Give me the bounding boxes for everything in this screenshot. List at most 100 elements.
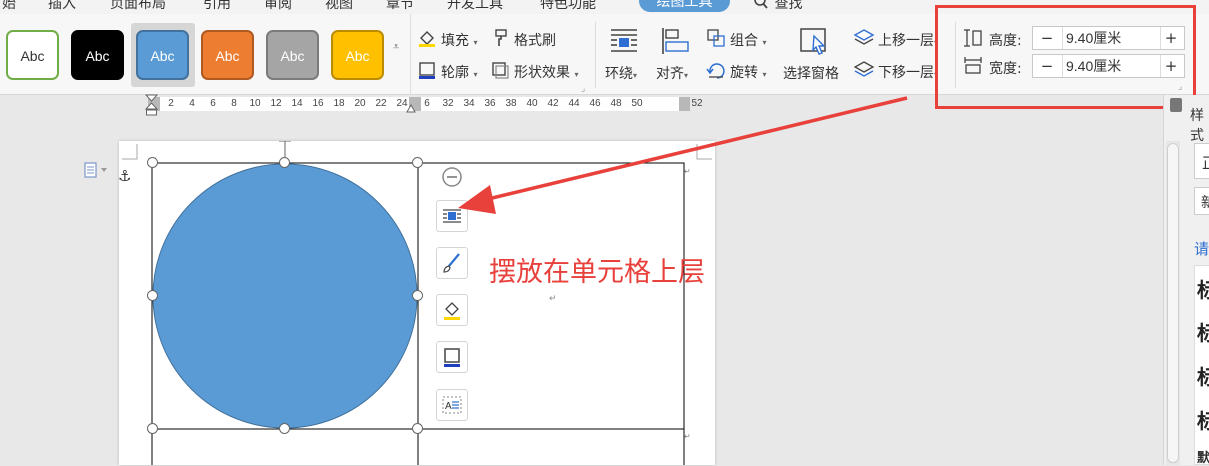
ruler-tick: 16 <box>312 98 324 109</box>
outline-box-icon <box>444 348 460 367</box>
align-button[interactable]: 对齐▾ <box>656 63 688 83</box>
panel-scrollbar[interactable] <box>1166 141 1180 465</box>
rotate-button[interactable]: 旋转 ▾ <box>730 62 766 82</box>
annotation-text: 摆放在单元格上层 <box>489 257 705 288</box>
tab-marker-icon[interactable] <box>406 104 416 113</box>
shape-style-4[interactable]: Abc <box>201 30 254 80</box>
float-outline-button[interactable] <box>436 341 468 373</box>
float-fill-button[interactable] <box>436 294 468 326</box>
panel-scrollbar-thumb[interactable] <box>1167 143 1179 463</box>
wrap-label: 环绕 <box>605 66 633 82</box>
svg-text:↵: ↵ <box>549 294 557 304</box>
float-text-button[interactable]: A <box>436 389 468 421</box>
resize-handle-top[interactable] <box>279 157 290 168</box>
menu-references[interactable]: 引用 <box>203 0 231 13</box>
anchor-icon: ⚓ <box>118 167 132 185</box>
style-box-2[interactable]: 新 <box>1194 187 1209 215</box>
shape-style-1[interactable]: Abc <box>6 30 59 80</box>
style-box-1[interactable]: 正 <box>1194 143 1209 179</box>
group-button[interactable]: 组合 ▾ <box>730 30 766 50</box>
gallery-more-icon[interactable]: ⩡ <box>393 40 399 54</box>
shape-style-3[interactable]: Abc <box>136 30 189 80</box>
panel-scroll-up-icon[interactable] <box>1170 98 1182 112</box>
text-box-icon: A <box>442 396 462 414</box>
ruler-tick: 6 <box>424 98 430 109</box>
resize-handle-bottom-right[interactable] <box>412 423 423 434</box>
circle-shape[interactable] <box>152 163 418 429</box>
resize-handle-bottom-left[interactable] <box>147 423 158 434</box>
style-panel: 样式 正 新 请 标 标 标 标 默 <box>1163 95 1209 466</box>
ruler-tick: 8 <box>231 98 237 109</box>
ruler-tick: 10 <box>249 98 261 109</box>
resize-handle-left[interactable] <box>147 290 158 301</box>
selection-pane-icon <box>798 26 830 60</box>
menu-review[interactable]: 审阅 <box>264 0 292 13</box>
fill-bucket-icon <box>444 302 460 320</box>
menu-chapter[interactable]: 章节 <box>386 0 414 13</box>
menu-special-features[interactable]: 特色功能 <box>540 0 596 13</box>
bring-forward-label: 上移一层 <box>878 33 934 49</box>
shape-style-5[interactable]: Abc <box>266 30 319 80</box>
group-label: 组合 <box>730 33 758 49</box>
style-heading-3[interactable]: 标 <box>1197 361 1209 390</box>
search-button[interactable]: 查找 <box>752 0 802 13</box>
menu-start[interactable]: 始 <box>2 0 16 13</box>
menu-insert[interactable]: 插入 <box>48 0 76 13</box>
ruler-tick: 18 <box>333 98 345 109</box>
menu-view[interactable]: 视图 <box>325 0 353 13</box>
ruler-tick: 22 <box>375 98 387 109</box>
style-default[interactable]: 默 <box>1197 447 1209 466</box>
selection-pane-button[interactable]: 选择窗格 <box>783 63 839 83</box>
outline-button[interactable]: 轮廓 ▾ <box>441 62 477 82</box>
float-style-button[interactable] <box>436 247 468 279</box>
shape-style-6[interactable]: Abc <box>331 30 384 80</box>
dialog-launcher-icon[interactable]: ⌟ <box>581 84 585 94</box>
format-painter-button[interactable]: 格式刷 <box>514 30 556 50</box>
tab-drawing-tools[interactable]: 绘图工具 <box>639 0 730 12</box>
panel-title: 样式 <box>1190 108 1204 144</box>
group-icon <box>706 28 726 52</box>
ruler-tick: 4 <box>189 98 195 109</box>
resize-handle-bottom[interactable] <box>279 423 290 434</box>
layout-options-icon <box>443 209 461 223</box>
menu-dev-tools[interactable]: 开发工具 <box>447 0 503 13</box>
shape-effects-label: 形状效果 <box>514 65 570 81</box>
float-layout-button[interactable] <box>436 200 468 232</box>
ruler-tick: 48 <box>610 98 622 109</box>
style-heading-2[interactable]: 标 <box>1197 317 1209 346</box>
resize-handle-right[interactable] <box>412 290 423 301</box>
shape-effects-button[interactable]: 形状效果 ▾ <box>514 62 578 82</box>
document-page[interactable]: ↵ ↵ ↵ ⚓ A <box>118 141 715 465</box>
resize-handle-top-left[interactable] <box>147 157 158 168</box>
horizontal-ruler: 2 4 6 8 10 12 14 16 18 20 22 24 6 32 34 … <box>145 94 703 116</box>
panel-link[interactable]: 请 <box>1194 238 1209 259</box>
bring-forward-button[interactable]: 上移一层▾ <box>878 30 938 50</box>
search-label: 查找 <box>774 0 803 12</box>
format-painter-icon <box>490 28 510 52</box>
align-icon <box>660 26 692 60</box>
collapse-icon[interactable] <box>441 166 463 192</box>
ruler-tick: 40 <box>526 98 538 109</box>
svg-text:A: A <box>445 401 452 412</box>
ruler-margin-right <box>679 97 690 111</box>
style-heading-1[interactable]: 标 <box>1197 274 1209 303</box>
ruler-tick: 36 <box>484 98 496 109</box>
highlight-box <box>935 5 1196 109</box>
resize-handle-top-right[interactable] <box>412 157 423 168</box>
send-backward-icon <box>853 60 875 84</box>
fill-label: 填充 <box>441 33 469 49</box>
menu-page-layout[interactable]: 页面布局 <box>110 0 166 13</box>
style-heading-4[interactable]: 标 <box>1197 405 1209 434</box>
ruler-tick: 34 <box>463 98 475 109</box>
ruler-tick: 14 <box>291 98 303 109</box>
document-map-icon[interactable] <box>83 161 111 183</box>
fill-button[interactable]: 填充 ▾ <box>441 30 477 50</box>
indent-marker-icon[interactable] <box>145 94 159 116</box>
send-backward-button[interactable]: 下移一层▾ <box>878 62 938 82</box>
ruler-tick: 46 <box>589 98 601 109</box>
wrap-button[interactable]: 环绕▾ <box>605 63 637 83</box>
brush-icon <box>443 253 460 273</box>
shape-style-2[interactable]: Abc <box>71 30 124 80</box>
outline-icon <box>417 60 437 84</box>
search-icon <box>754 0 768 9</box>
